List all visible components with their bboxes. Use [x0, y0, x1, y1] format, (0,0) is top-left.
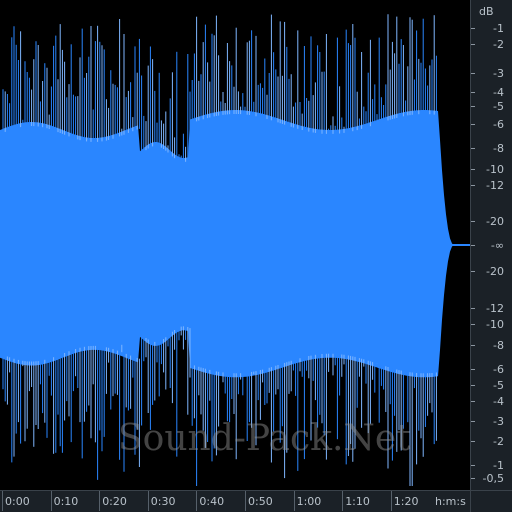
db-scale-label: -1: [493, 459, 504, 472]
time-tick: [196, 491, 198, 511]
db-tick: [471, 221, 475, 222]
db-unit-label: dB: [479, 5, 494, 18]
time-tick: [245, 491, 246, 511]
ruler-corner: [470, 490, 512, 512]
time-label: 0:30: [150, 495, 176, 508]
time-tick: [293, 491, 295, 511]
time-label: 1:00: [296, 495, 322, 508]
time-label: 1:10: [345, 495, 370, 508]
time-tick: [2, 491, 3, 511]
db-scale-label: -20: [486, 265, 504, 278]
db-scale-label: -12: [486, 302, 504, 315]
db-scale-label: -12: [486, 179, 504, 192]
db-tick: [471, 106, 475, 107]
db-tick: [471, 73, 475, 74]
db-tick: [471, 185, 475, 186]
db-scale-label: -5: [493, 379, 504, 392]
db-tick: [471, 401, 475, 402]
time-label: 0:20: [102, 495, 127, 508]
time-tick: [342, 491, 344, 511]
db-scale-label: -20: [486, 215, 504, 228]
db-scale-label: -8: [493, 339, 504, 352]
db-scale-label: -6: [493, 118, 504, 131]
time-ruler[interactable]: h:m:s 0:00 0:10 0:20 0:30 0:40 0:50 1:00 1:10 1:…: [0, 490, 470, 512]
db-scale-label: -2: [493, 435, 504, 448]
db-scale-label: -3: [493, 67, 504, 80]
db-scale-ruler: dB -1 -2 -3 -4 -5 -6 -8 -10 -12 -20 -∞ -20 -12 -10 -8-…: [470, 0, 512, 490]
db-tick: [471, 124, 475, 125]
db-scale-label: -0,5: [482, 472, 504, 485]
db-tick: [471, 148, 475, 149]
db-tick: [471, 308, 475, 309]
db-scale-label: -10: [486, 163, 504, 176]
time-tick: [147, 491, 149, 511]
db-scale-label: -6: [493, 363, 504, 376]
db-tick: [471, 245, 475, 246]
db-scale-label: -3: [493, 415, 504, 428]
db-tick: [471, 271, 475, 272]
db-scale-label: -4: [493, 86, 504, 99]
waveform-view[interactable]: [0, 0, 470, 490]
time-label: 1:20: [393, 495, 419, 508]
waveform-body: [0, 110, 470, 378]
db-tick: [471, 324, 475, 325]
db-tick: [471, 169, 475, 170]
db-tick: [471, 369, 475, 370]
time-label: 0:50: [248, 495, 273, 508]
db-scale-label: -5: [493, 100, 504, 113]
db-scale-label: -2: [493, 38, 504, 51]
db-scale-label: -10: [486, 318, 504, 331]
time-tick: [390, 491, 392, 511]
db-scale-label: -∞: [490, 239, 504, 252]
watermark-text: Sound-Pack.Net: [118, 418, 411, 459]
time-tick: [99, 491, 101, 511]
db-tick: [471, 385, 475, 386]
db-tick: [471, 441, 475, 442]
db-tick: [471, 92, 475, 93]
db-tick: [471, 421, 475, 422]
db-tick: [471, 345, 475, 346]
time-label: 0:10: [53, 495, 79, 508]
db-tick: [471, 478, 475, 479]
db-scale-label: -8: [493, 142, 504, 155]
db-tick: [471, 44, 475, 45]
db-tick: [471, 465, 475, 466]
db-scale-label: -4: [493, 395, 504, 408]
time-tick: [50, 491, 52, 511]
db-tick: [471, 28, 475, 29]
time-label: 0:00: [5, 495, 30, 508]
time-label: 0:40: [199, 495, 225, 508]
db-scale-label: -1: [493, 22, 504, 35]
time-unit-label: h:m:s: [435, 495, 466, 508]
waveform-display[interactable]: [0, 0, 470, 490]
